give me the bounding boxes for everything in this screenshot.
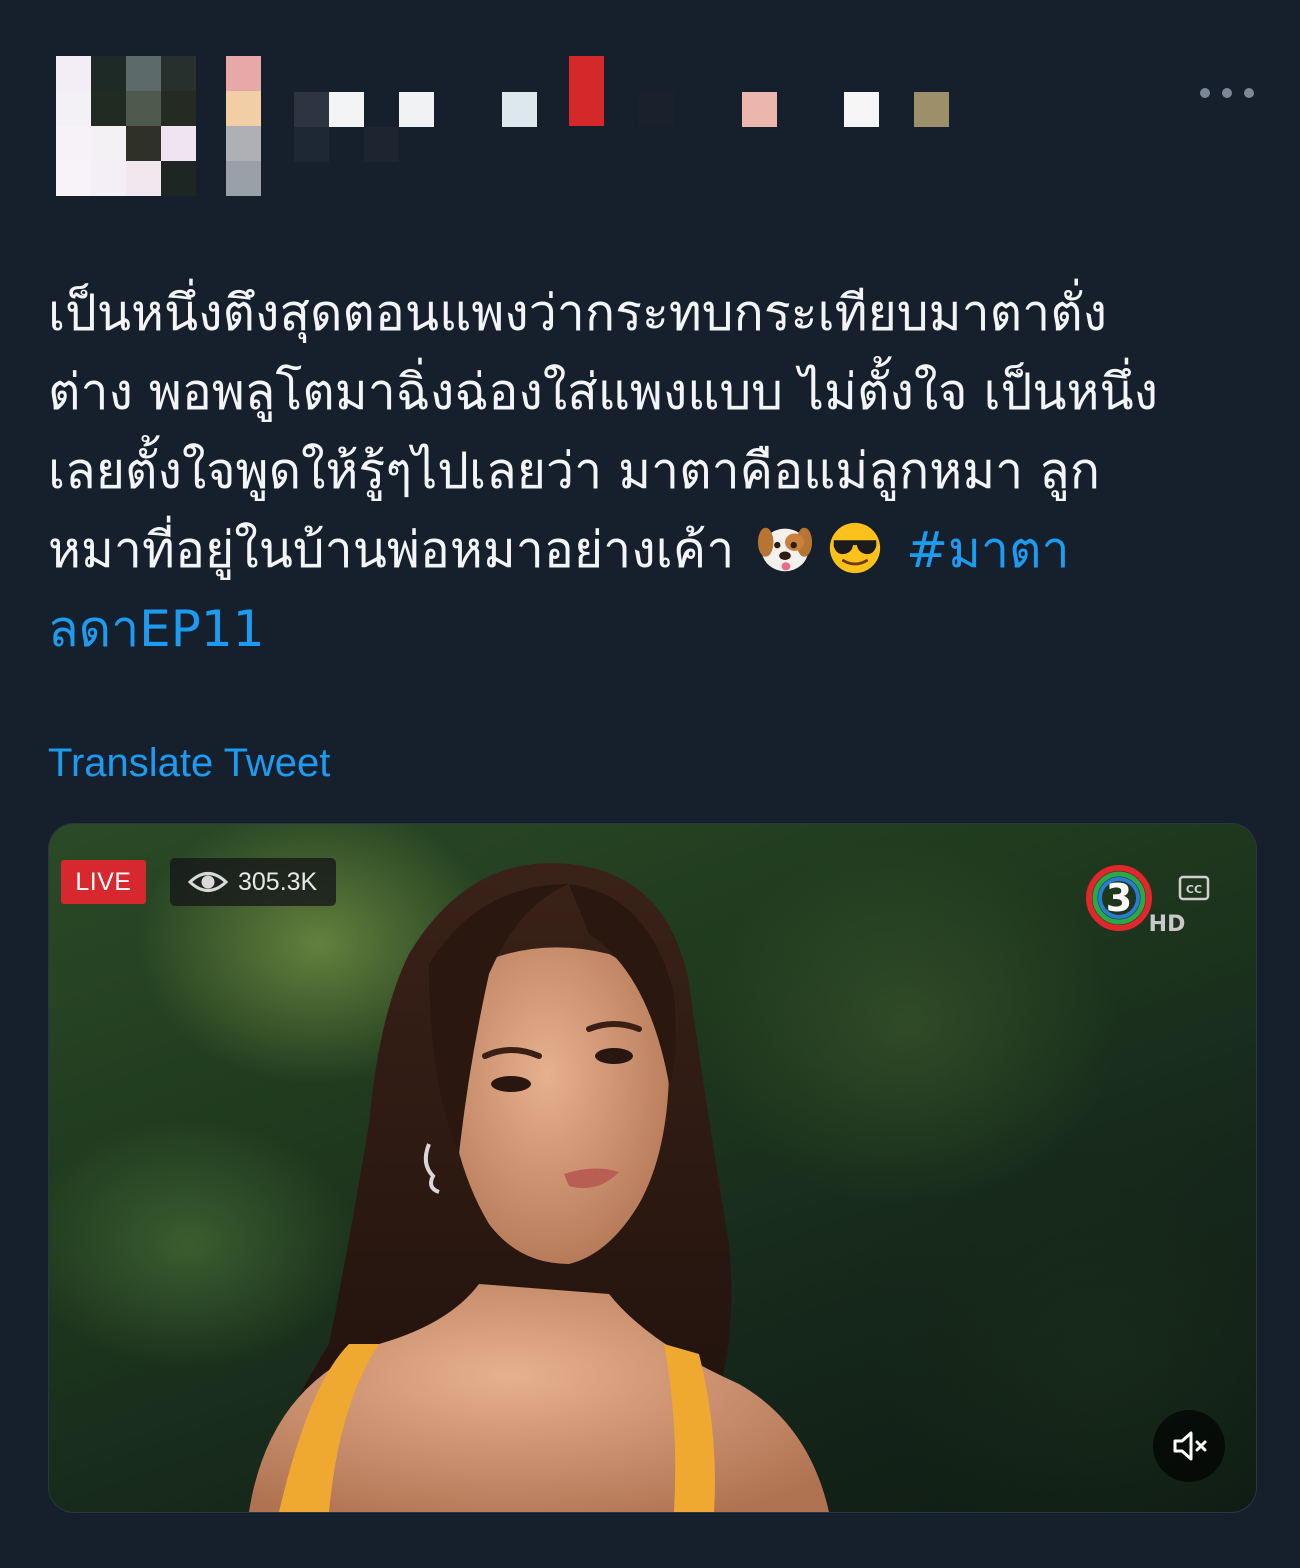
- video-frame: [249, 863, 829, 1512]
- eye-icon: [188, 872, 228, 892]
- tweet-text-line: เลยตั้งใจพูดให้รู้ๆไปเลยว่า มาตาคือแม่ลู…: [48, 442, 1101, 500]
- tweet-text: เป็นหนึ่งตึงสุดตอนแพงว่ากระทบกระเทียบมาต…: [48, 274, 1248, 669]
- tweet-text-line: ลดาEP11: [48, 590, 1248, 669]
- translate-tweet-link[interactable]: Translate Tweet: [48, 735, 330, 791]
- svg-text:CC: CC: [1186, 883, 1202, 896]
- speaker-muted-icon: [1173, 1431, 1207, 1461]
- pixelated-display-name[interactable]: [294, 56, 1054, 186]
- more-dot-icon: [1222, 88, 1232, 98]
- pixelated-avatar[interactable]: [56, 56, 266, 196]
- tweet-text-line: เป็นหนึ่งตึงสุดตอนแพงว่ากระทบกระเทียบมาต…: [48, 284, 1108, 342]
- tweet-text-fragment: หมาที่อยู่ในบ้านพ่อหมาอย่างเค้า: [48, 521, 735, 579]
- svg-text:HD: HD: [1149, 912, 1186, 937]
- tweet-author-header[interactable]: [56, 56, 1056, 196]
- hashtag-link-continued[interactable]: ลดาEP11: [48, 600, 265, 658]
- tweet-detail-page: เป็นหนึ่งตึงสุดตอนแพงว่ากระทบกระเทียบมาต…: [0, 0, 1300, 1568]
- view-count: 305.3K: [238, 867, 318, 896]
- video-player[interactable]: LIVE 305.3K 3 HD CC: [48, 823, 1257, 1513]
- tweet-text-line: ต่าง พอพลูโตมาฉิ่งฉ่องใส่แพงแบบ ไม่ตั้งใ…: [48, 363, 1159, 421]
- unmute-button[interactable]: [1153, 1410, 1225, 1482]
- live-badge: LIVE: [61, 860, 146, 904]
- tweet-text-line-with-emoji: หมาที่อยู่ในบ้านพ่อหมาอย่างเค้า #มาตา: [48, 511, 1248, 590]
- hashtag-link[interactable]: #มาตา: [906, 521, 1069, 579]
- dog-face-emoji: [758, 527, 813, 572]
- more-options-button[interactable]: [1200, 78, 1254, 108]
- closed-caption-icon[interactable]: CC: [1177, 872, 1211, 906]
- svg-text:3: 3: [1106, 876, 1132, 920]
- sunglasses-face-emoji: [830, 522, 881, 574]
- more-dot-icon: [1200, 88, 1210, 98]
- more-dot-icon: [1244, 88, 1254, 98]
- view-count-badge: 305.3K: [170, 858, 336, 906]
